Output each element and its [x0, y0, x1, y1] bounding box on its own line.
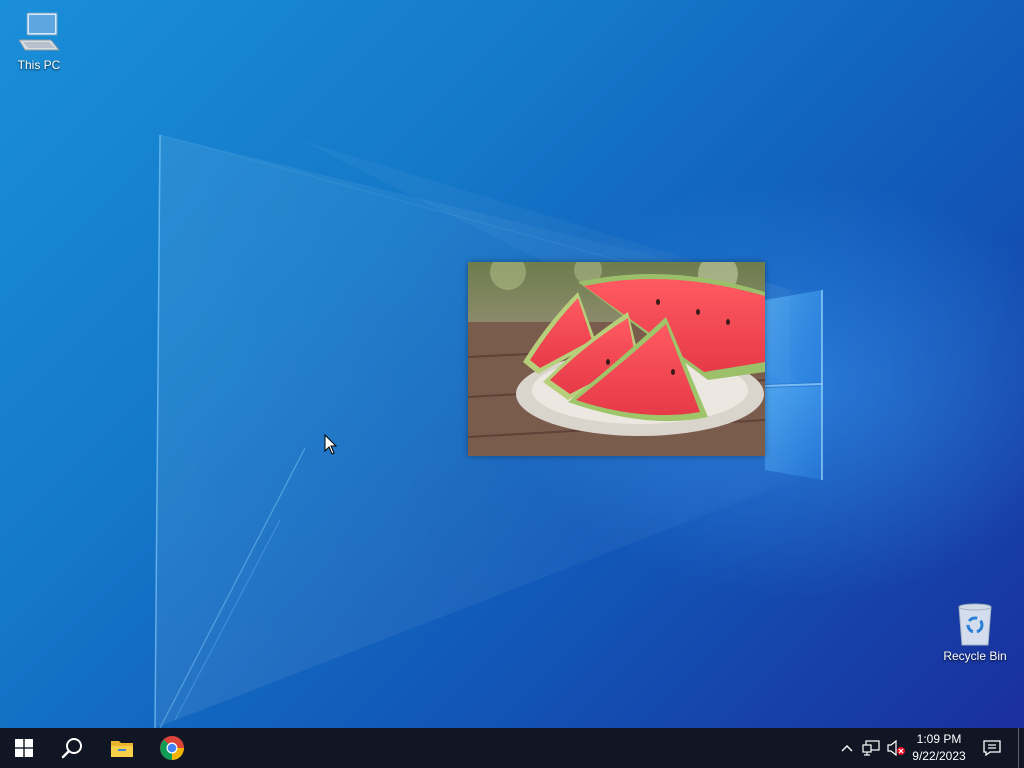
desktop-icon-label: Recycle Bin [943, 649, 1007, 663]
search-icon [61, 738, 82, 759]
recycle-bin-icon [958, 603, 992, 646]
network-button[interactable] [859, 728, 883, 768]
volume-muted-icon [887, 740, 905, 756]
desktop-icon-label: This PC [17, 58, 61, 72]
taskbar-clock[interactable]: 1:09 PM 9/22/2023 [906, 728, 972, 768]
chevron-up-icon [841, 745, 853, 752]
desktop-icon-this-pc[interactable]: This PC [1, 8, 77, 72]
start-button[interactable] [0, 728, 48, 768]
clock-date: 9/22/2023 [912, 749, 966, 763]
chrome-button[interactable] [148, 728, 196, 768]
mouse-cursor [324, 434, 338, 455]
desktop-icon-recycle-bin[interactable]: Recycle Bin [937, 601, 1013, 663]
image-viewer-window[interactable] [468, 262, 765, 456]
show-desktop-button[interactable] [1018, 728, 1024, 768]
action-center-button[interactable] [976, 728, 1008, 768]
desktop[interactable]: This PC Recycle Bin [0, 0, 1024, 728]
clock-time: 1:09 PM [916, 732, 962, 746]
search-button[interactable] [48, 728, 96, 768]
taskbar: 1:09 PM 9/22/2023 [0, 728, 1024, 768]
chrome-icon [160, 736, 184, 761]
computer-icon [18, 12, 61, 51]
tray-overflow-button[interactable] [836, 728, 858, 768]
windows-logo-icon [15, 739, 33, 757]
watermelon-photo [468, 262, 765, 456]
volume-button[interactable] [884, 728, 908, 768]
file-explorer-icon [111, 741, 133, 757]
file-explorer-button[interactable] [98, 728, 146, 768]
network-icon [862, 740, 880, 756]
notification-icon [983, 740, 1001, 756]
